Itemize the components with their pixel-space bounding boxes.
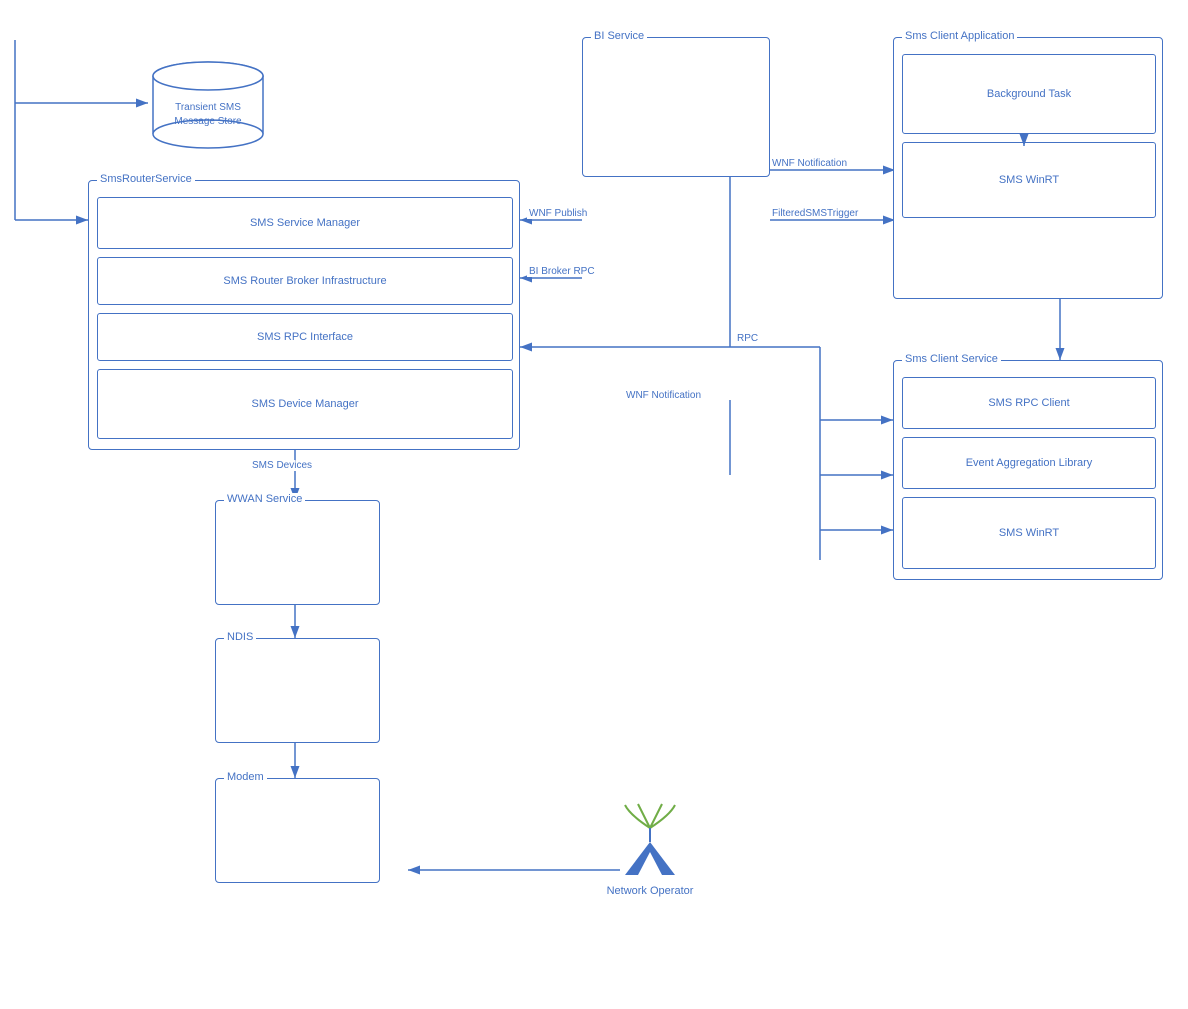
diagram: Transient SMS Message Store SmsRouterSer…	[0, 0, 1188, 1009]
sms-rpc-client: SMS RPC Client	[902, 377, 1156, 429]
modem-label: Modem	[224, 771, 267, 783]
sms-device-manager: SMS Device Manager	[97, 369, 513, 439]
filtered-sms-label: FilteredSMSTrigger	[770, 208, 860, 219]
svg-text:Transient SMS: Transient SMS	[175, 102, 241, 113]
sms-service-manager: SMS Service Manager	[97, 197, 513, 249]
sms-router-service-label: SmsRouterService	[97, 173, 195, 185]
bi-broker-rpc-label: BI Broker RPC	[527, 266, 597, 277]
sms-client-app-box: Sms Client Application Background Task S…	[893, 37, 1163, 299]
ndis-box: NDIS	[215, 638, 380, 743]
bi-service-box: BI Service	[582, 37, 770, 177]
wnf-notification2-label: WNF Notification	[624, 390, 703, 401]
sms-router-broker: SMS Router Broker Infrastructure	[97, 257, 513, 305]
wnf-publish-label: WNF Publish	[527, 208, 589, 219]
sms-client-service-label: Sms Client Service	[902, 353, 1001, 365]
sms-router-service-box: SmsRouterService SMS Service Manager SMS…	[88, 180, 520, 450]
sms-client-service-box: Sms Client Service SMS RPC Client Event …	[893, 360, 1163, 580]
sms-devices-label: SMS Devices	[250, 460, 314, 471]
rpc-label: RPC	[735, 333, 760, 344]
sms-winrt-service: SMS WinRT	[902, 497, 1156, 569]
sms-client-app-label: Sms Client Application	[902, 30, 1017, 42]
ndis-label: NDIS	[224, 631, 256, 643]
modem-box: Modem	[215, 778, 380, 883]
event-aggregation-lib: Event Aggregation Library	[902, 437, 1156, 489]
svg-text:Message Store: Message Store	[174, 116, 242, 127]
transient-sms-store: Transient SMS Message Store	[148, 60, 268, 150]
bi-service-label: BI Service	[591, 30, 647, 42]
background-task: Background Task	[902, 54, 1156, 134]
network-operator-label: Network Operator	[590, 885, 710, 897]
sms-rpc-interface: SMS RPC Interface	[97, 313, 513, 361]
sms-winrt-app: SMS WinRT	[902, 142, 1156, 218]
network-operator: Network Operator	[590, 800, 710, 897]
wwan-service-label: WWAN Service	[224, 493, 305, 505]
wnf-notification1-label: WNF Notification	[770, 158, 849, 169]
wwan-service-box: WWAN Service	[215, 500, 380, 605]
